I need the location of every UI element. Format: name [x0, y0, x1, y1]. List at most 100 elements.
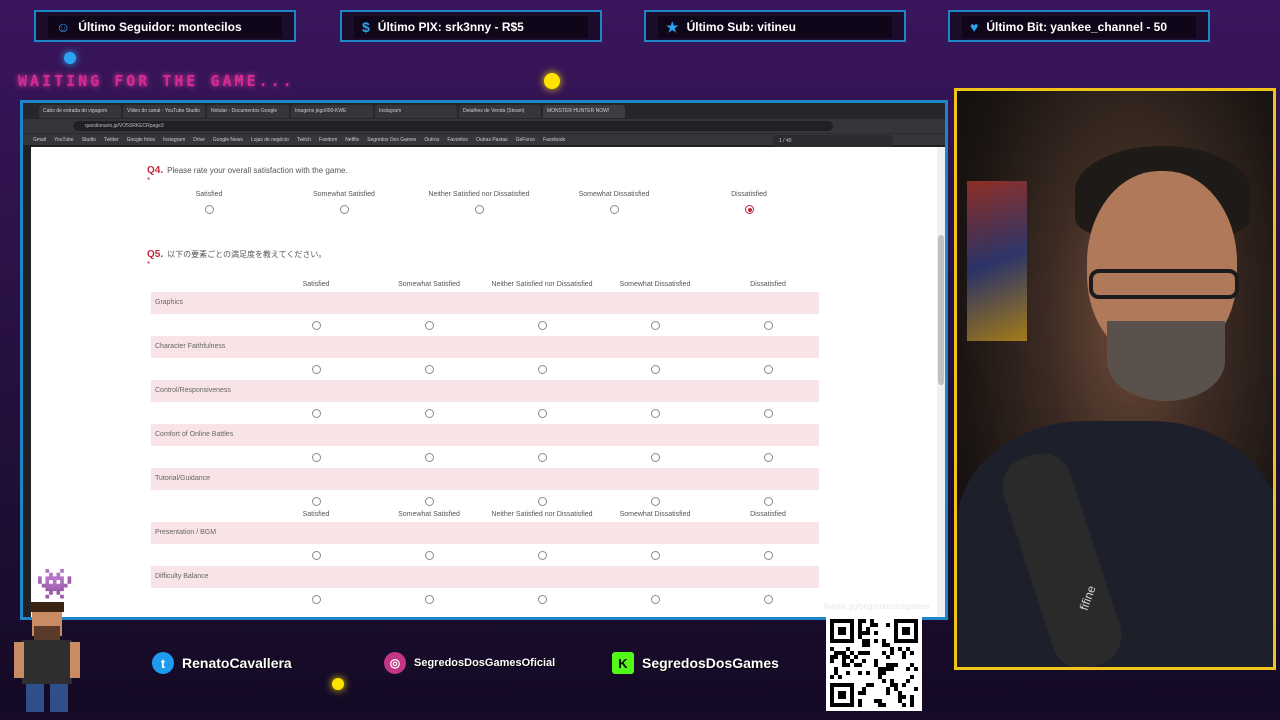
qr-caption: livepix.gg/segredosdosgames: [824, 602, 930, 611]
survey-page: Q4. Please rate your overall satisfaction…: [31, 147, 941, 617]
q5-row-label: Graphics: [155, 299, 184, 306]
browser-tab[interactable]: Instagram: [375, 105, 457, 118]
bookmark-item[interactable]: Netflix: [345, 134, 359, 145]
q5-radio[interactable]: [425, 453, 434, 462]
q4-radio[interactable]: [205, 205, 214, 214]
bookmark-item[interactable]: Outros: [424, 134, 439, 145]
q5-row-label: Difficulty Balance: [155, 573, 209, 580]
bookmark-item[interactable]: Outras Pastas: [476, 134, 508, 145]
bookmark-item[interactable]: GeForce: [516, 134, 535, 145]
qr-module: [902, 695, 906, 699]
q5-radio[interactable]: [651, 365, 660, 374]
decor-dot: [544, 73, 560, 89]
q5-radio[interactable]: [651, 409, 660, 418]
q5-radio[interactable]: [312, 551, 321, 560]
qr-module: [850, 683, 854, 707]
bookmark-item[interactable]: Google News: [213, 134, 243, 145]
zoom-indicator[interactable]: 1 / 40: [773, 135, 893, 147]
q5-radio[interactable]: [538, 409, 547, 418]
q5-radio[interactable]: [651, 497, 660, 506]
q5-radio[interactable]: [312, 595, 321, 604]
bookmark-item[interactable]: Fandom: [319, 134, 337, 145]
page-scrollbar[interactable]: [937, 147, 945, 617]
browser-tab[interactable]: Detalhes de Venda (Steam): [459, 105, 541, 118]
q5-radio[interactable]: [764, 595, 773, 604]
bookmark-item[interactable]: Instagram: [163, 134, 185, 145]
q5-row-options: [151, 490, 819, 512]
q5-radio[interactable]: [425, 551, 434, 560]
q5-radio[interactable]: [425, 497, 434, 506]
qr-module: [866, 631, 870, 635]
qr-module: [890, 651, 894, 655]
q5-radio[interactable]: [538, 321, 547, 330]
q5-column-header: Dissatisfied: [750, 511, 786, 518]
bookmark-item[interactable]: Favoritos: [447, 134, 468, 145]
q5-column-header: Somewhat Satisfied: [398, 511, 460, 518]
browser-tab[interactable]: Notular - Documentos Google: [207, 105, 289, 118]
browser-window: Cabo de estrada do vigagem Vídeo do cana…: [20, 100, 948, 620]
bookmark-item[interactable]: Lojas de negócio: [251, 134, 289, 145]
q4-option-label: Dissatisfied: [731, 191, 767, 198]
q5-radio[interactable]: [312, 365, 321, 374]
decor-dot: [332, 678, 344, 690]
q5-radio[interactable]: [764, 321, 773, 330]
bookmark-item[interactable]: YouTube: [54, 134, 74, 145]
qr-module: [834, 655, 838, 659]
scroll-thumb[interactable]: [938, 235, 944, 385]
q5-radio[interactable]: [425, 409, 434, 418]
q5-radio[interactable]: [538, 551, 547, 560]
q4-radio[interactable]: [610, 205, 619, 214]
q5-radio[interactable]: [538, 595, 547, 604]
q5-column-header: Somewhat Dissatisfied: [619, 511, 691, 518]
q5-radio[interactable]: [764, 409, 773, 418]
qr-module: [902, 683, 906, 687]
q5-radio[interactable]: [764, 365, 773, 374]
q5-radio[interactable]: [312, 453, 321, 462]
q5-radio[interactable]: [764, 551, 773, 560]
q4-radio[interactable]: [475, 205, 484, 214]
q5-radio[interactable]: [538, 365, 547, 374]
q5-row: Graphics: [151, 292, 819, 314]
required-mark: *: [147, 260, 151, 269]
q5-radio[interactable]: [425, 321, 434, 330]
bookmark-item[interactable]: Drive: [193, 134, 205, 145]
q5-radio[interactable]: [425, 365, 434, 374]
bookmark-item[interactable]: Studio: [82, 134, 96, 145]
q5-radio[interactable]: [651, 453, 660, 462]
browser-tab[interactable]: Imagens jogo000-KWE: [291, 105, 373, 118]
bookmark-item[interactable]: Gmail: [33, 134, 46, 145]
q5-radio[interactable]: [764, 497, 773, 506]
q4-radio[interactable]: [340, 205, 349, 214]
bookmark-item[interactable]: Twitter: [104, 134, 119, 145]
bookmark-item[interactable]: Segredos Dos Games: [367, 134, 416, 145]
alert-text: Último Seguidor: montecilos: [78, 20, 242, 34]
streamer-glasses: [1089, 269, 1239, 299]
alert-pix: $ Último PIX: srk3nny - R$5: [340, 10, 602, 42]
url-input[interactable]: questionario.jp/VO5SRKECRpage3: [73, 121, 833, 131]
q5-radio[interactable]: [425, 595, 434, 604]
q4-option-label: Somewhat Dissatisfied: [578, 191, 650, 198]
q4-radio[interactable]: [745, 205, 754, 214]
qr-module: [914, 619, 918, 643]
q5-radio[interactable]: [312, 321, 321, 330]
q4-option-label: Satisfied: [195, 191, 223, 198]
qr-module: [866, 651, 870, 655]
q5-radio[interactable]: [312, 497, 321, 506]
q5-radio[interactable]: [538, 497, 547, 506]
qr-module: [890, 667, 894, 671]
browser-tab-active[interactable]: MONSTER HUNTER NOW!: [543, 105, 625, 118]
q5-radio[interactable]: [538, 453, 547, 462]
browser-tab[interactable]: Vídeo do canal - YouTube Studio: [123, 105, 205, 118]
bookmark-item[interactable]: Twitch: [297, 134, 311, 145]
bookmark-item[interactable]: Facebook: [543, 134, 565, 145]
alert-text: Último Bit: yankee_channel - 50: [986, 20, 1168, 34]
qr-module: [910, 651, 914, 655]
browser-tab[interactable]: Cabo de estrada do vigagem: [39, 105, 121, 118]
qr-module: [862, 659, 866, 663]
q5-radio[interactable]: [651, 595, 660, 604]
q5-radio[interactable]: [651, 551, 660, 560]
q5-radio[interactable]: [312, 409, 321, 418]
q5-radio[interactable]: [764, 453, 773, 462]
bookmark-item[interactable]: Google fotos: [127, 134, 155, 145]
q5-radio[interactable]: [651, 321, 660, 330]
